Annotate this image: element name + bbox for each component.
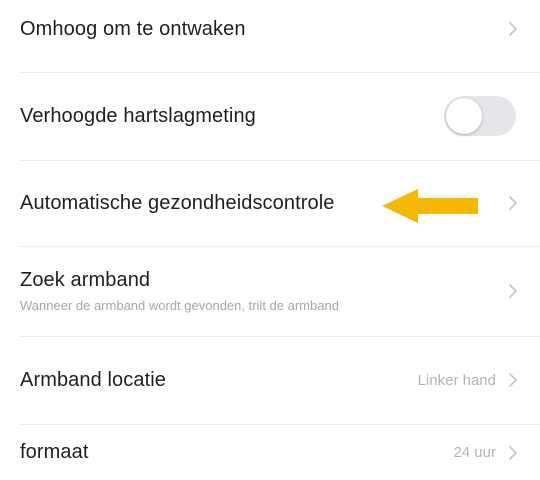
- chevron-right-icon: [504, 371, 522, 389]
- setting-time-format[interactable]: formaat 24 uur: [0, 425, 540, 480]
- row-text: Zoek armband Wanneer de armband wordt ge…: [20, 269, 504, 313]
- setting-title: Zoek armband: [20, 269, 151, 291]
- setting-value: 24 uur: [453, 444, 496, 461]
- row-text: formaat: [20, 441, 453, 464]
- setting-value: Linker hand: [417, 371, 496, 389]
- row-text: Armband locatie: [20, 369, 418, 392]
- chevron-right-icon: [504, 282, 522, 300]
- setting-find-band[interactable]: Zoek armband Wanneer de armband wordt ge…: [0, 247, 540, 335]
- arrow-icon: [382, 189, 478, 223]
- toggle-knob: [446, 98, 482, 134]
- chevron-right-icon: [504, 194, 522, 212]
- row-text: Omhoog om te ontwaken: [20, 18, 504, 41]
- row-text: Verhoogde hartslagmeting: [20, 105, 444, 128]
- chevron-right-icon: [504, 20, 522, 38]
- chevron-right-icon: [504, 444, 522, 462]
- setting-title: Armband locatie: [20, 368, 167, 391]
- heart-rate-toggle[interactable]: [444, 96, 516, 136]
- setting-enhanced-heart-rate: Verhoogde hartslagmeting: [0, 73, 540, 159]
- setting-title: Omhoog om te ontwaken: [20, 17, 246, 40]
- setting-title: Verhoogde hartslagmeting: [20, 104, 256, 127]
- settings-list: Omhoog om te ontwaken Verhoogde hartslag…: [0, 0, 540, 480]
- setting-band-location[interactable]: Armband locatie Linker hand: [0, 337, 540, 423]
- setting-raise-to-wake[interactable]: Omhoog om te ontwaken: [0, 0, 540, 58]
- setting-subtitle: Wanneer de armband wordt gevonden, trilt…: [20, 298, 339, 313]
- setting-title: formaat: [20, 441, 89, 463]
